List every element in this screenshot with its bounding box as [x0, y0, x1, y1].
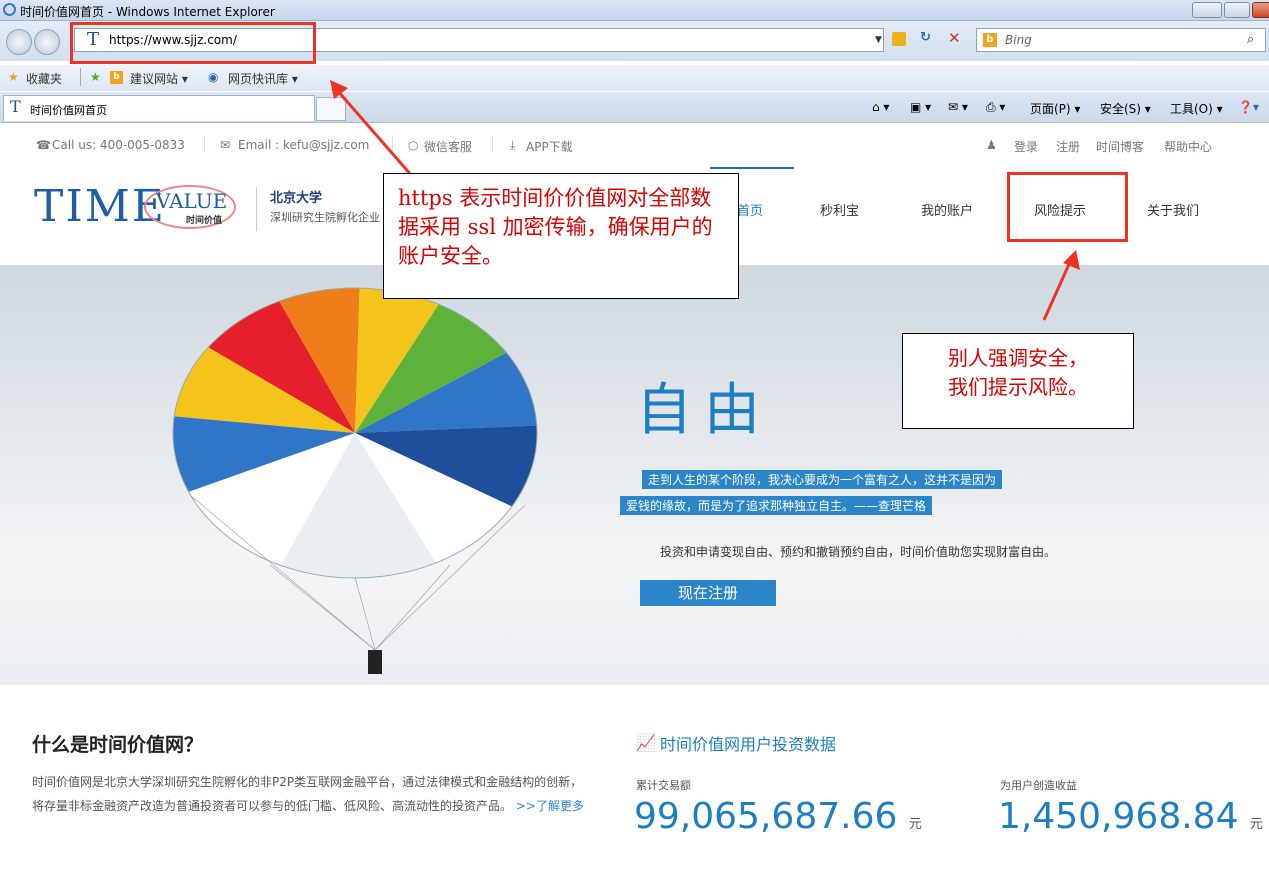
hero-subtitle: 投资和申请变现自由、预约和撤销预约自由，时间价值助您实现财富自由。 [660, 545, 1057, 559]
tab-home[interactable]: T 时间价值网首页 [3, 95, 315, 121]
learn-more-link[interactable]: >>了解更多 [516, 799, 584, 813]
webslice-icon: ◉ [208, 70, 219, 84]
print-icon[interactable]: ⎙ ▾ [986, 100, 1005, 115]
site-topbar: ☎ Call us: 400-005-0833 ✉ Email : kefu@s… [0, 123, 1269, 168]
stats-title: 时间价值网用户投资数据 [660, 735, 837, 754]
risk-annotation: 别人强调安全， 我们提示风险。 [902, 333, 1134, 429]
topbar-divider [492, 137, 493, 151]
nav-milibao[interactable]: 秒利宝 [820, 200, 859, 219]
forward-button[interactable] [34, 29, 60, 55]
user-icon: ♟ [986, 138, 997, 152]
phone-icon: ☎ [36, 138, 51, 152]
address-dropdown-icon[interactable]: ▼ [875, 35, 882, 45]
parachute-image [172, 287, 538, 674]
new-tab-button[interactable] [316, 97, 346, 121]
webslice-gallery-link[interactable]: 网页快讯库 ▾ [228, 70, 298, 87]
hero-banner: 自由 走到人生的某个阶段，我决心要成为一个富有之人，这并不是因为 爱钱的缘故，而… [0, 265, 1269, 685]
help-center-link[interactable]: 帮助中心 [1164, 138, 1212, 155]
download-icon: ⤓ [510, 138, 516, 152]
contact-email[interactable]: Email : kefu@sjjz.com [238, 138, 369, 152]
favorites-bar: ★ 收藏夹 ★ b 建议网站 ▾ ◉ 网页快讯库 ▾ [0, 65, 1269, 91]
window-title: 时间价值网首页 - Windows Internet Explorer [20, 5, 275, 19]
back-button[interactable] [6, 29, 32, 55]
nav-active-indicator [710, 167, 794, 169]
lock-icon[interactable] [892, 32, 906, 46]
feeds-icon[interactable]: ▣ ▾ [910, 100, 931, 114]
topbar-divider [204, 137, 205, 151]
earnings-label: 为用户创造收益 [1000, 779, 1077, 792]
risk-nav-highlight-box [1007, 172, 1128, 242]
search-icon[interactable]: ⌕ [1247, 32, 1254, 47]
suggested-sites-link[interactable]: 建议网站 ▾ [130, 70, 188, 87]
bing-favicon-icon: b [110, 71, 123, 84]
risk-annotation-line2: 我们提示风险。 [948, 375, 1088, 399]
login-link[interactable]: 登录 [1014, 138, 1038, 155]
wechat-link[interactable]: 微信客服 [424, 138, 472, 155]
about-title: 什么是时间价值网？ [32, 734, 204, 756]
app-download-link[interactable]: APP下载 [526, 138, 573, 155]
about-description: 时间价值网是北京大学深圳研究生院孵化的非P2P类互联网金融平台，通过法律模式和金… [32, 770, 592, 818]
tools-menu[interactable]: 工具(O) ▾ [1170, 100, 1223, 117]
refresh-icon[interactable]: ↻ [920, 30, 931, 45]
logo-value-sub: 时间价值 [186, 216, 223, 226]
home-icon[interactable]: ⌂ ▾ [872, 100, 889, 114]
risk-annotation-line1: 别人强调安全， [948, 346, 1088, 370]
chart-icon: 📈 [636, 733, 656, 752]
earnings-value: 1,450,968.84 [998, 796, 1239, 837]
ie-icon [3, 3, 16, 16]
volume-stat: 99,065,687.66 元 [634, 796, 922, 837]
logo-divider [256, 187, 257, 231]
hero-quote-line1: 走到人生的某个阶段，我决心要成为一个富有之人，这并不是因为 [642, 470, 1003, 489]
contact-phone: Call us: 400-005-0833 [52, 138, 185, 152]
logo-value-text: VALUE [156, 189, 228, 213]
volume-value: 99,065,687.66 [634, 796, 898, 837]
url-highlight-box [70, 22, 316, 64]
topbar-divider [392, 137, 393, 151]
hero-quote-line2: 爱钱的缘故，而是为了追求那种独立自主。——查理芒格 [620, 496, 933, 515]
page-menu[interactable]: 页面(P) ▾ [1030, 100, 1080, 117]
register-link[interactable]: 注册 [1056, 138, 1080, 155]
window-titlebar: 时间价值网首页 - Windows Internet Explorer [0, 0, 1269, 21]
favorites-divider [80, 68, 81, 86]
favorites-star-icon: ★ [8, 70, 19, 84]
bing-icon: b [983, 33, 997, 47]
search-placeholder: Bing [1005, 33, 1032, 47]
logo-seal: VALUE 时间价值 [144, 185, 236, 229]
help-icon[interactable]: ❓▾ [1238, 100, 1259, 114]
nav-about-us[interactable]: 关于我们 [1147, 200, 1199, 219]
mail-icon[interactable]: ✉ ▾ [948, 100, 968, 114]
close-window-button[interactable] [1252, 2, 1269, 18]
stop-icon[interactable]: ✕ [948, 29, 961, 47]
search-box[interactable]: b Bing ⌕ [976, 28, 1266, 52]
earnings-unit: 元 [1249, 817, 1263, 832]
chat-icon: ○ [408, 138, 419, 152]
nav-home[interactable]: 首页 [737, 200, 763, 219]
tab-title: 时间价值网首页 [30, 104, 107, 117]
favorites-button[interactable]: 收藏夹 [26, 70, 62, 87]
hero-headline: 自由 [636, 378, 772, 443]
pku-name: 北京大学 [270, 191, 323, 206]
tab-strip: T 时间价值网首页 ⌂ ▾ ▣ ▾ ✉ ▾ ⎙ ▾ 页面(P) ▾ 安全(S) … [0, 92, 1269, 123]
maximize-button[interactable] [1224, 2, 1250, 18]
volume-label: 累计交易额 [636, 779, 691, 792]
tab-favicon-icon: T [10, 97, 21, 116]
add-favorites-icon[interactable]: ★ [90, 70, 101, 84]
email-icon: ✉ [220, 138, 231, 152]
about-text: 时间价值网是北京大学深圳研究生院孵化的非P2P类互联网金融平台，通过法律模式和金… [32, 775, 583, 813]
register-now-button[interactable]: 现在注册 [640, 580, 776, 606]
volume-unit: 元 [908, 817, 922, 832]
safety-menu[interactable]: 安全(S) ▾ [1100, 100, 1151, 117]
https-annotation: https 表示时间价价值网对全部数据采用 ssl 加密传输，确保用户的账户安全… [383, 173, 739, 299]
https-annotation-text: https 表示时间价价值网对全部数据采用 ssl 加密传输，确保用户的账户安全… [398, 186, 713, 268]
pku-subtitle: 深圳研究生院孵化企业 [270, 211, 380, 224]
minimize-button[interactable] [1192, 2, 1222, 18]
blog-link[interactable]: 时间博客 [1096, 138, 1144, 155]
nav-my-account[interactable]: 我的账户 [921, 200, 973, 219]
earnings-stat: 1,450,968.84 元 [998, 796, 1263, 837]
